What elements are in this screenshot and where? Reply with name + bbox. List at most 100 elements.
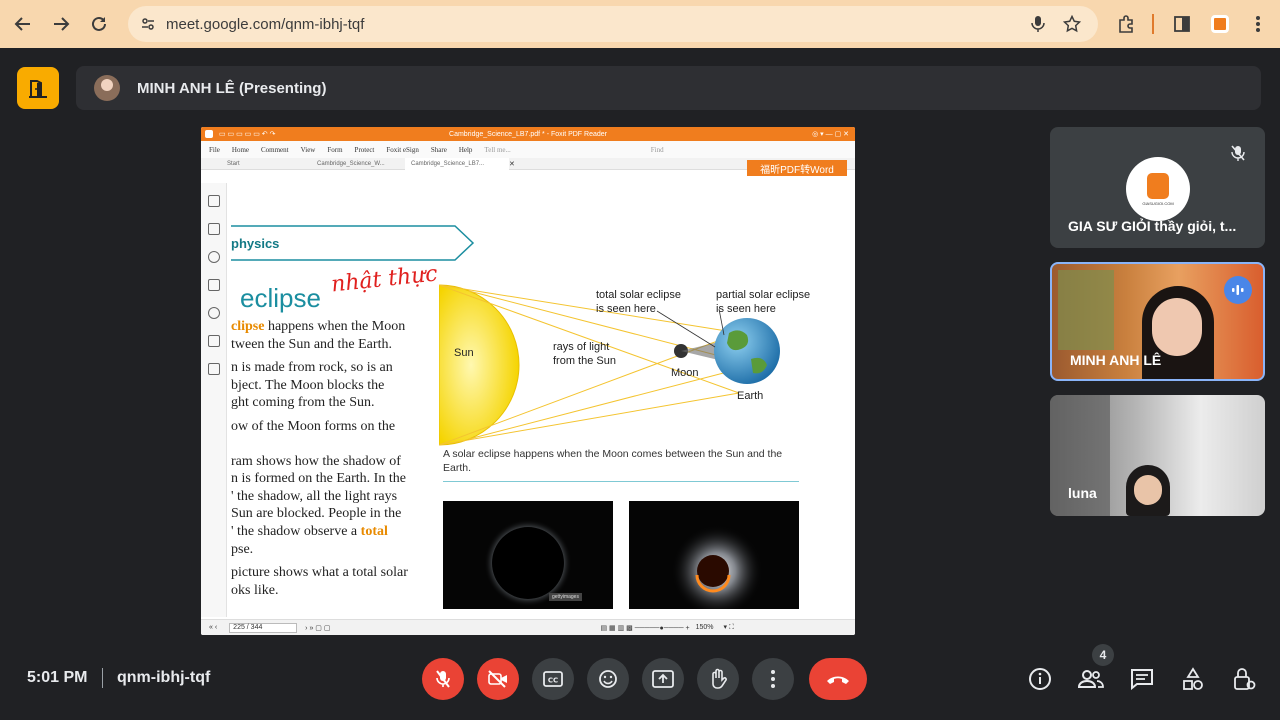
extensions-icon[interactable]: [1110, 8, 1142, 40]
reload-icon[interactable]: [82, 7, 116, 41]
app-title: Cambridge_Science_LB7.pdf * - Foxit PDF …: [449, 130, 607, 138]
present-icon: [652, 670, 674, 688]
handwritten-note: nhật thực: [329, 261, 439, 298]
text-line: ow of the Moon forms on the: [231, 418, 396, 434]
shared-screen: ▭ ▭ ▭ ▭ ▭ ↶ ↷ Cambridge_Science_LB7.pdf …: [201, 127, 855, 635]
menu-comment: Comment: [261, 145, 289, 154]
more-options-button[interactable]: [752, 658, 794, 700]
brand-logo-icon: [1147, 172, 1169, 199]
body-text: clipse happens when the Moon tween the S…: [231, 318, 431, 605]
captions-icon: CC: [543, 671, 563, 687]
back-icon[interactable]: [6, 7, 40, 41]
earth-label: Earth: [737, 390, 764, 402]
diamond-ring-photo: [629, 501, 799, 609]
bookmark-star-icon[interactable]: [1062, 14, 1082, 34]
people-icon: [1078, 670, 1104, 688]
tell-me: Tell me...: [484, 145, 511, 154]
signature-icon: [208, 363, 220, 375]
text-line: bject. The Moon blocks the: [231, 377, 385, 393]
presenter-bar: MINH ANH LÊ (Presenting): [76, 66, 1261, 110]
mic-toggle-button[interactable]: [422, 658, 464, 700]
attachment-icon: [208, 307, 220, 319]
end-call-icon: [827, 676, 849, 684]
participant-tile-active[interactable]: MINH ANH LÊ: [1050, 262, 1265, 381]
participant-tile[interactable]: GIASUGIOI.COM GIA SƯ GIỎI thầy giỏi, t..…: [1050, 127, 1265, 248]
clock: 5:01 PM: [27, 669, 88, 686]
text-line: ram shows how the shadow of: [231, 453, 401, 469]
profile-icon: [1211, 15, 1229, 33]
forward-icon[interactable]: [44, 7, 78, 41]
menu-home: Home: [231, 145, 249, 154]
host-controls-icon: [1234, 668, 1256, 690]
menu-protect: Protect: [354, 145, 375, 154]
rays-label-2: from the Sun: [553, 355, 616, 367]
comments-icon: [208, 251, 220, 263]
side-panel-icon[interactable]: [1166, 8, 1198, 40]
participant-tile[interactable]: luna: [1050, 395, 1265, 516]
present-button[interactable]: [642, 658, 684, 700]
host-controls-button[interactable]: [1229, 664, 1259, 694]
text-line: oks like.: [231, 582, 279, 598]
site-info-icon[interactable]: [138, 14, 158, 34]
chat-button[interactable]: [1127, 664, 1157, 694]
text-line: picture shows what a total solar: [231, 565, 408, 581]
menu-form: Form: [327, 145, 343, 154]
info-icon: [1029, 668, 1051, 690]
reactions-button[interactable]: [587, 658, 629, 700]
meeting-details-button[interactable]: [1025, 664, 1055, 694]
profile-avatar[interactable]: [1204, 8, 1236, 40]
text-line: n is made from rock, so is an: [231, 360, 393, 376]
foxit-menu: File Home Comment View Form Protect Foxi…: [201, 141, 855, 158]
menu-share: Share: [430, 145, 447, 154]
text-line: tween the Sun and the Earth.: [231, 336, 392, 352]
partial-eclipse-label-1: partial solar eclipse: [716, 289, 811, 301]
total-eclipse-photo: gettyimages: [443, 501, 613, 609]
text-line: clipse happens when the Moon: [231, 319, 406, 334]
camera-toggle-button[interactable]: [477, 658, 519, 700]
rays-label-1: rays of light: [553, 341, 610, 353]
menu-icon[interactable]: [1242, 8, 1274, 40]
bookmark-icon: [208, 195, 220, 207]
section-banner-text: physics: [231, 236, 280, 251]
security-icon: [208, 335, 220, 347]
text-line: ' the shadow, all the light rays: [231, 488, 398, 504]
participant-face: [1152, 298, 1202, 356]
raise-hand-button[interactable]: [697, 658, 739, 700]
foxit-sidebar: [201, 183, 227, 617]
emoji-icon: [599, 670, 617, 688]
meet-door-icon[interactable]: [17, 67, 59, 109]
microphone-icon[interactable]: [1028, 14, 1048, 34]
url-text[interactable]: meet.google.com/qnm-ibhj-tqf: [166, 16, 364, 33]
address-bar[interactable]: meet.google.com/qnm-ibhj-tqf: [128, 6, 1098, 42]
mic-off-icon: [436, 670, 450, 688]
people-button[interactable]: [1076, 664, 1106, 694]
raise-hand-icon: [712, 668, 727, 689]
view-mode-icons: ▤ ▦ ▥ ▩ ─────●──── +: [600, 624, 690, 632]
presenter-avatar: [94, 75, 120, 101]
participant-name: GIA SƯ GIỎI thầy giỏi, t...: [1068, 218, 1237, 234]
leave-call-button[interactable]: [809, 658, 867, 700]
pdf-to-word-button: 福昕PDF转Word: [747, 160, 847, 176]
activities-button[interactable]: [1178, 664, 1208, 694]
chat-icon: [1131, 669, 1153, 690]
partial-eclipse-label-2: is seen here: [716, 303, 776, 315]
tab-workbook: Cambridge_Science_W...: [317, 160, 385, 167]
participant-count-badge: 4: [1092, 644, 1114, 666]
earth-shape: [714, 318, 780, 384]
speaking-indicator-icon: [1224, 276, 1252, 304]
menu-esign: Foxit eSign: [386, 145, 419, 154]
window-controls: ◎ ▾ — ▢ ✕: [812, 131, 849, 138]
text-line: ' the shadow observe a total: [231, 523, 388, 539]
moon-label: Moon: [671, 367, 699, 379]
sun-label: Sun: [454, 347, 474, 359]
captions-button[interactable]: CC: [532, 658, 574, 700]
menu-view: View: [300, 145, 316, 154]
divider: [102, 668, 103, 688]
caption-rule: [443, 481, 799, 482]
layers-icon: [208, 279, 220, 291]
presenter-label: MINH ANH LÊ (Presenting): [137, 79, 327, 97]
brand-logo-text: GIASUGIOI.COM: [1142, 200, 1174, 206]
participant-name: MINH ANH LÊ: [1070, 352, 1162, 368]
meeting-code: qnm-ibhj-tqf: [117, 669, 211, 686]
next-page-icon: › » ▢ ▢: [305, 624, 331, 632]
